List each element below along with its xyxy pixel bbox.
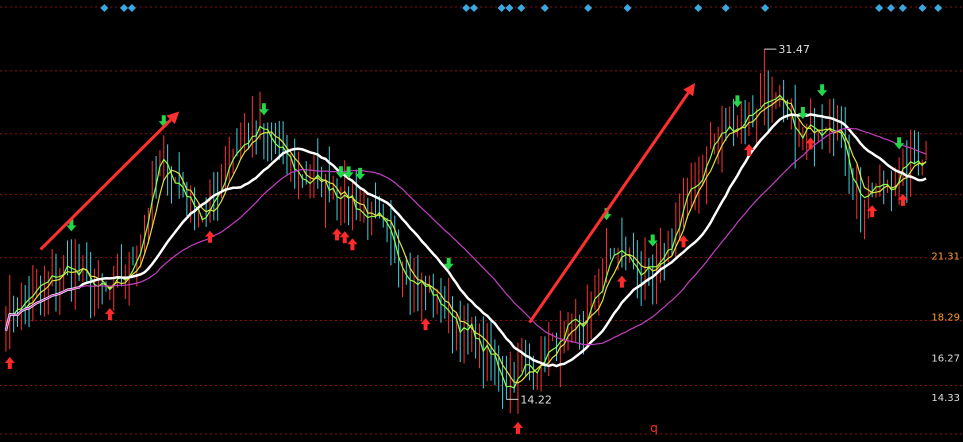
top-marker-18 — [934, 4, 943, 12]
line-ma_fast — [5, 94, 927, 389]
trend-arrow-head-1 — [683, 83, 696, 97]
top-marker-14 — [875, 4, 884, 12]
y-tick-label-3: 14.33 — [931, 393, 960, 404]
buy-signal-0 — [4, 357, 15, 370]
candlestick-chart: 31.47 14.22 21.31 18.29 16.27 14.33 q — [0, 4, 963, 435]
moving-average-lines — [4, 94, 927, 389]
top-marker-7 — [517, 4, 526, 12]
y-axis: 21.31 18.29 16.27 14.33 — [931, 251, 960, 404]
top-marker-2 — [127, 4, 136, 12]
sell-signal-10 — [797, 107, 808, 120]
buy-signal-7 — [512, 421, 523, 434]
buy-signal-5 — [347, 238, 358, 251]
trend-arrow-1 — [528, 92, 690, 324]
buy-signal-10 — [743, 144, 754, 157]
y-tick-label-1: 18.29 — [931, 313, 960, 324]
buy-signal-2 — [204, 230, 215, 243]
top-marker-0 — [100, 4, 109, 12]
top-marker-8 — [540, 4, 549, 12]
buy-signal-8 — [616, 275, 627, 288]
candles — [5, 49, 927, 414]
line-ma_slow — [5, 127, 927, 346]
sell-signal-11 — [817, 84, 828, 97]
top-marker-13 — [761, 4, 770, 12]
top-marker-5 — [497, 4, 506, 12]
y-tick-label-2: 16.27 — [931, 354, 960, 365]
top-marker-9 — [584, 4, 593, 12]
top-marker-12 — [721, 4, 730, 12]
top-marker-16 — [898, 4, 907, 12]
chart-area: 31.47 14.22 21.31 18.29 16.27 14.33 q — [0, 0, 963, 438]
top-markers — [100, 4, 943, 12]
buy-signal-4 — [339, 231, 350, 244]
top-marker-4 — [470, 4, 479, 12]
top-marker-15 — [886, 4, 895, 12]
top-marker-17 — [918, 4, 927, 12]
top-marker-3 — [462, 4, 471, 12]
top-marker-11 — [694, 4, 703, 12]
y-tick-label-0: 21.31 — [931, 251, 960, 262]
sell-signal-12 — [894, 137, 905, 150]
top-marker-10 — [623, 4, 632, 12]
top-marker-6 — [505, 4, 514, 12]
top-marker-1 — [120, 4, 129, 12]
min-marker-label: 14.22 — [520, 393, 552, 406]
bottom-label: q — [650, 421, 658, 435]
max-marker-label: 31.47 — [778, 43, 810, 56]
buy-signal-3 — [332, 228, 343, 241]
